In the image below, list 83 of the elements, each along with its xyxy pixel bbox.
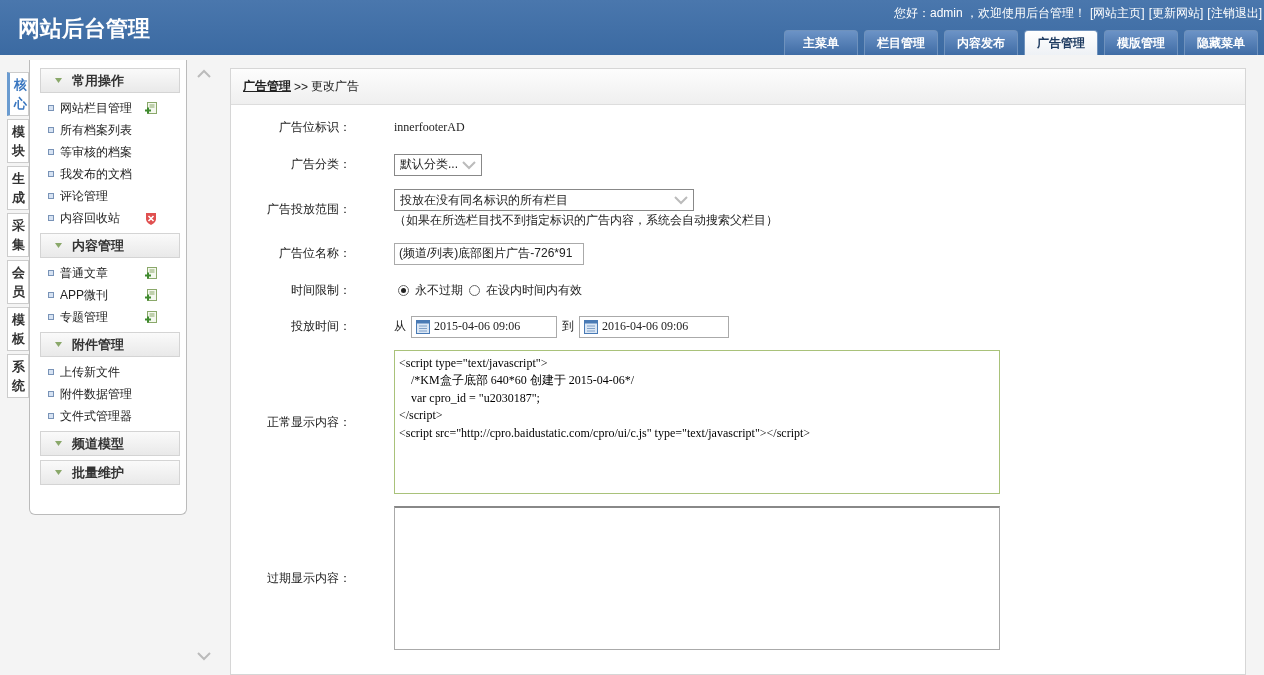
- bullet-icon: [48, 193, 54, 199]
- delete-icon[interactable]: [145, 211, 157, 225]
- add-document-icon[interactable]: [145, 289, 157, 301]
- greeting-text: 您好：admin ，欢迎使用后台管理！: [893, 5, 1086, 22]
- field-label: 广告位标识：: [278, 119, 352, 136]
- menu-link[interactable]: 网站栏目管理: [60, 99, 145, 117]
- bullet-icon: [48, 270, 54, 276]
- hint-text: （如果在所选栏目找不到指定标识的广告内容，系统会自动搜索父栏目）: [394, 212, 778, 229]
- menu-link[interactable]: 所有档案列表: [60, 121, 145, 139]
- bullet-icon: [48, 314, 54, 320]
- menu-link[interactable]: 我发布的文档: [60, 165, 145, 183]
- bullet-icon: [48, 171, 54, 177]
- field-value: innerfooterAD: [394, 120, 465, 135]
- bullet-icon: [48, 149, 54, 155]
- menu-link[interactable]: 内容回收站: [60, 209, 145, 227]
- caret-icon: [55, 470, 62, 475]
- bullet-icon: [48, 292, 54, 298]
- radio-label: 永不过期: [415, 282, 463, 299]
- breadcrumb-link[interactable]: 广告管理: [243, 78, 291, 95]
- site-title: 网站后台管理: [17, 15, 150, 43]
- nav-tab[interactable]: 主菜单: [784, 30, 858, 55]
- calendar-icon[interactable]: [416, 319, 430, 334]
- menu-section-header[interactable]: 附件管理: [40, 332, 180, 357]
- bullet-icon: [48, 391, 54, 397]
- bullet-icon: [48, 215, 54, 221]
- date-field[interactable]: 2015-04-06 09:06: [411, 315, 557, 338]
- menu-link[interactable]: 普通文章: [60, 264, 145, 282]
- add-document-icon[interactable]: [145, 102, 157, 114]
- side-tab[interactable]: 模块: [7, 119, 29, 163]
- menu-link[interactable]: 等审核的档案: [60, 143, 145, 161]
- caret-icon: [55, 243, 62, 248]
- breadcrumb-separator: >>: [294, 79, 308, 94]
- field-label: 广告位名称：: [278, 245, 352, 262]
- select-field[interactable]: 默认分类...: [394, 153, 482, 176]
- menu-link[interactable]: 文件式管理器: [60, 407, 145, 425]
- side-tab[interactable]: 会员: [7, 260, 29, 304]
- side-tab[interactable]: 核心: [7, 72, 29, 116]
- header-link[interactable]: [注销退出]: [1207, 5, 1262, 22]
- bullet-icon: [48, 127, 54, 133]
- caret-icon: [55, 78, 62, 83]
- add-document-icon[interactable]: [145, 267, 157, 279]
- nav-tab[interactable]: 内容发布: [944, 30, 1018, 55]
- add-document-icon[interactable]: [145, 311, 157, 323]
- side-tab[interactable]: 采集: [7, 213, 29, 257]
- text-area[interactable]: [394, 506, 1000, 650]
- select-field[interactable]: 投放在没有同名标识的所有栏目: [394, 189, 694, 211]
- menu-section-header[interactable]: 内容管理: [40, 233, 180, 258]
- to-label: 到: [562, 318, 574, 335]
- text-area[interactable]: <script type="text/javascript"> /*KM盒子底部 640*60 创建于 2015-04-06*/ var cpro_id = "u2030187"; </script> <script src="http://cpro.baidustatic.com/cpro/ui/c.js" type="text/javascript"></script>: [394, 350, 1000, 494]
- nav-tab[interactable]: 广告管理: [1024, 30, 1098, 55]
- bullet-icon: [48, 413, 54, 419]
- side-tab[interactable]: 系统: [7, 354, 29, 398]
- menu-section-header[interactable]: 常用操作: [40, 68, 180, 93]
- radio-label: 在设内时间内有效: [486, 282, 582, 299]
- nav-tab[interactable]: 栏目管理: [864, 30, 938, 55]
- bullet-icon: [48, 105, 54, 111]
- breadcrumb-current: 更改广告: [311, 78, 359, 95]
- field-label: 广告投放范围：: [266, 200, 352, 218]
- menu-section-header[interactable]: 频道模型: [40, 431, 180, 456]
- field-label: 正常显示内容：: [266, 413, 352, 431]
- bullet-icon: [48, 369, 54, 375]
- field-label: 时间限制：: [290, 282, 352, 299]
- menu-link[interactable]: 评论管理: [60, 187, 145, 205]
- input-field[interactable]: (频道/列表)底部图片广告-726*91: [394, 242, 584, 265]
- nav-tab[interactable]: 模版管理: [1104, 30, 1178, 55]
- menu-link[interactable]: 附件数据管理: [60, 385, 145, 403]
- date-field[interactable]: 2016-04-06 09:06: [579, 315, 729, 338]
- from-label: 从: [394, 318, 406, 335]
- calendar-icon[interactable]: [584, 319, 598, 334]
- menu-link[interactable]: 专题管理: [60, 308, 145, 326]
- header-link[interactable]: [更新网站]: [1148, 5, 1204, 22]
- caret-icon: [55, 342, 62, 347]
- caret-icon: [55, 441, 62, 446]
- field-label: 过期显示内容：: [266, 569, 352, 587]
- side-tab[interactable]: 生成: [7, 166, 29, 210]
- menu-link[interactable]: APP微刊: [60, 286, 145, 304]
- header-link[interactable]: [网站主页]: [1090, 5, 1145, 22]
- field-label: 广告分类：: [290, 156, 352, 173]
- menu-section-header[interactable]: 批量维护: [40, 460, 180, 485]
- nav-tab[interactable]: 隐藏菜单: [1184, 30, 1258, 55]
- field-label: 投放时间：: [290, 318, 352, 335]
- menu-link[interactable]: 上传新文件: [60, 363, 145, 381]
- side-tab[interactable]: 模板: [7, 307, 29, 351]
